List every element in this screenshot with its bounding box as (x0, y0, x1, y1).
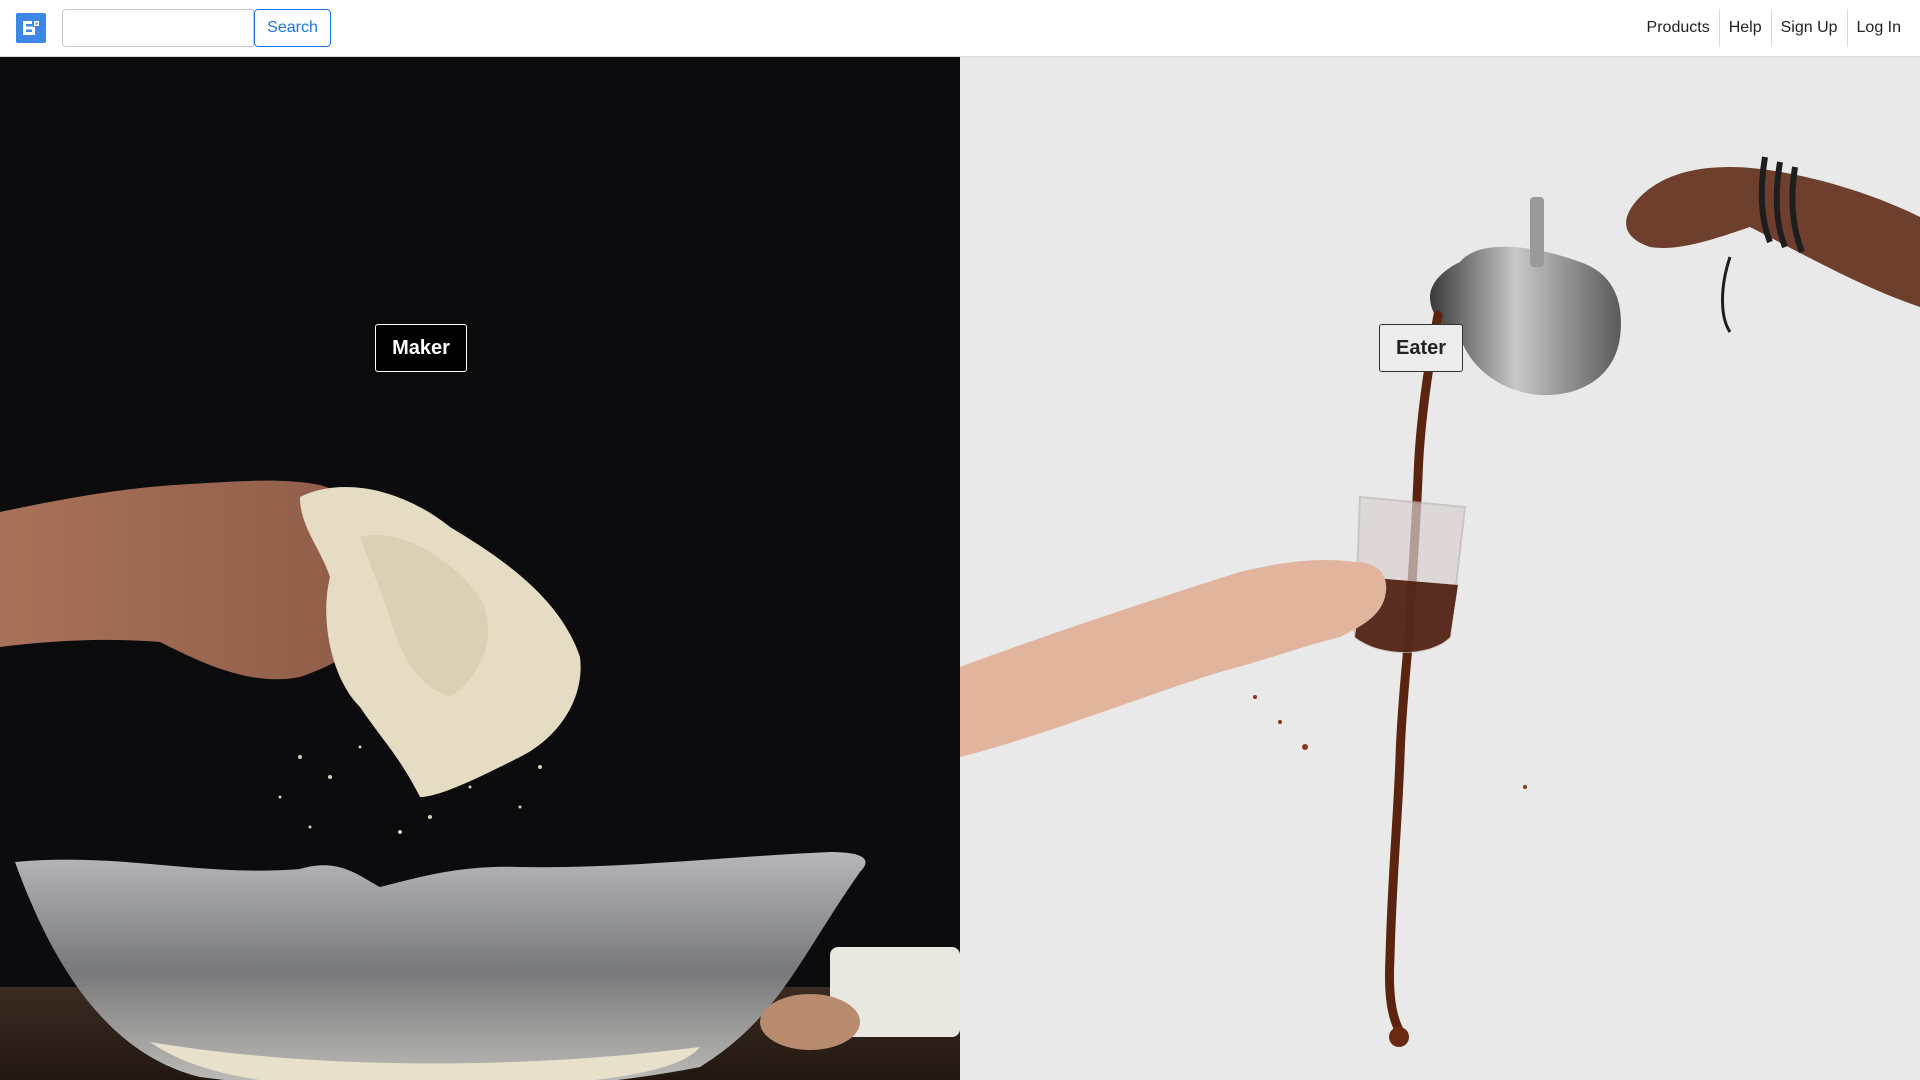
dough-kneading-image (0, 480, 960, 1080)
nav-help-link[interactable]: Help (1718, 9, 1771, 47)
eater-panel[interactable]: Eater (960, 57, 1920, 1080)
nav-products-link[interactable]: Products (1638, 9, 1719, 47)
brand-logo-icon[interactable] (16, 13, 46, 43)
eater-button[interactable]: Eater (1379, 324, 1463, 372)
top-navbar: Search Products Help Sign Up Log In (0, 0, 1920, 57)
coffee-pouring-image (960, 156, 1920, 1047)
nav-sign-up-link[interactable]: Sign Up (1770, 9, 1847, 47)
search-input[interactable] (62, 9, 254, 47)
nav-log-in-link[interactable]: Log In (1846, 9, 1920, 47)
maker-panel[interactable]: Maker (0, 57, 960, 1080)
maker-button[interactable]: Maker (375, 324, 467, 372)
search-button[interactable]: Search (254, 9, 331, 47)
nav-links: Products Help Sign Up Log In (1638, 0, 1920, 56)
